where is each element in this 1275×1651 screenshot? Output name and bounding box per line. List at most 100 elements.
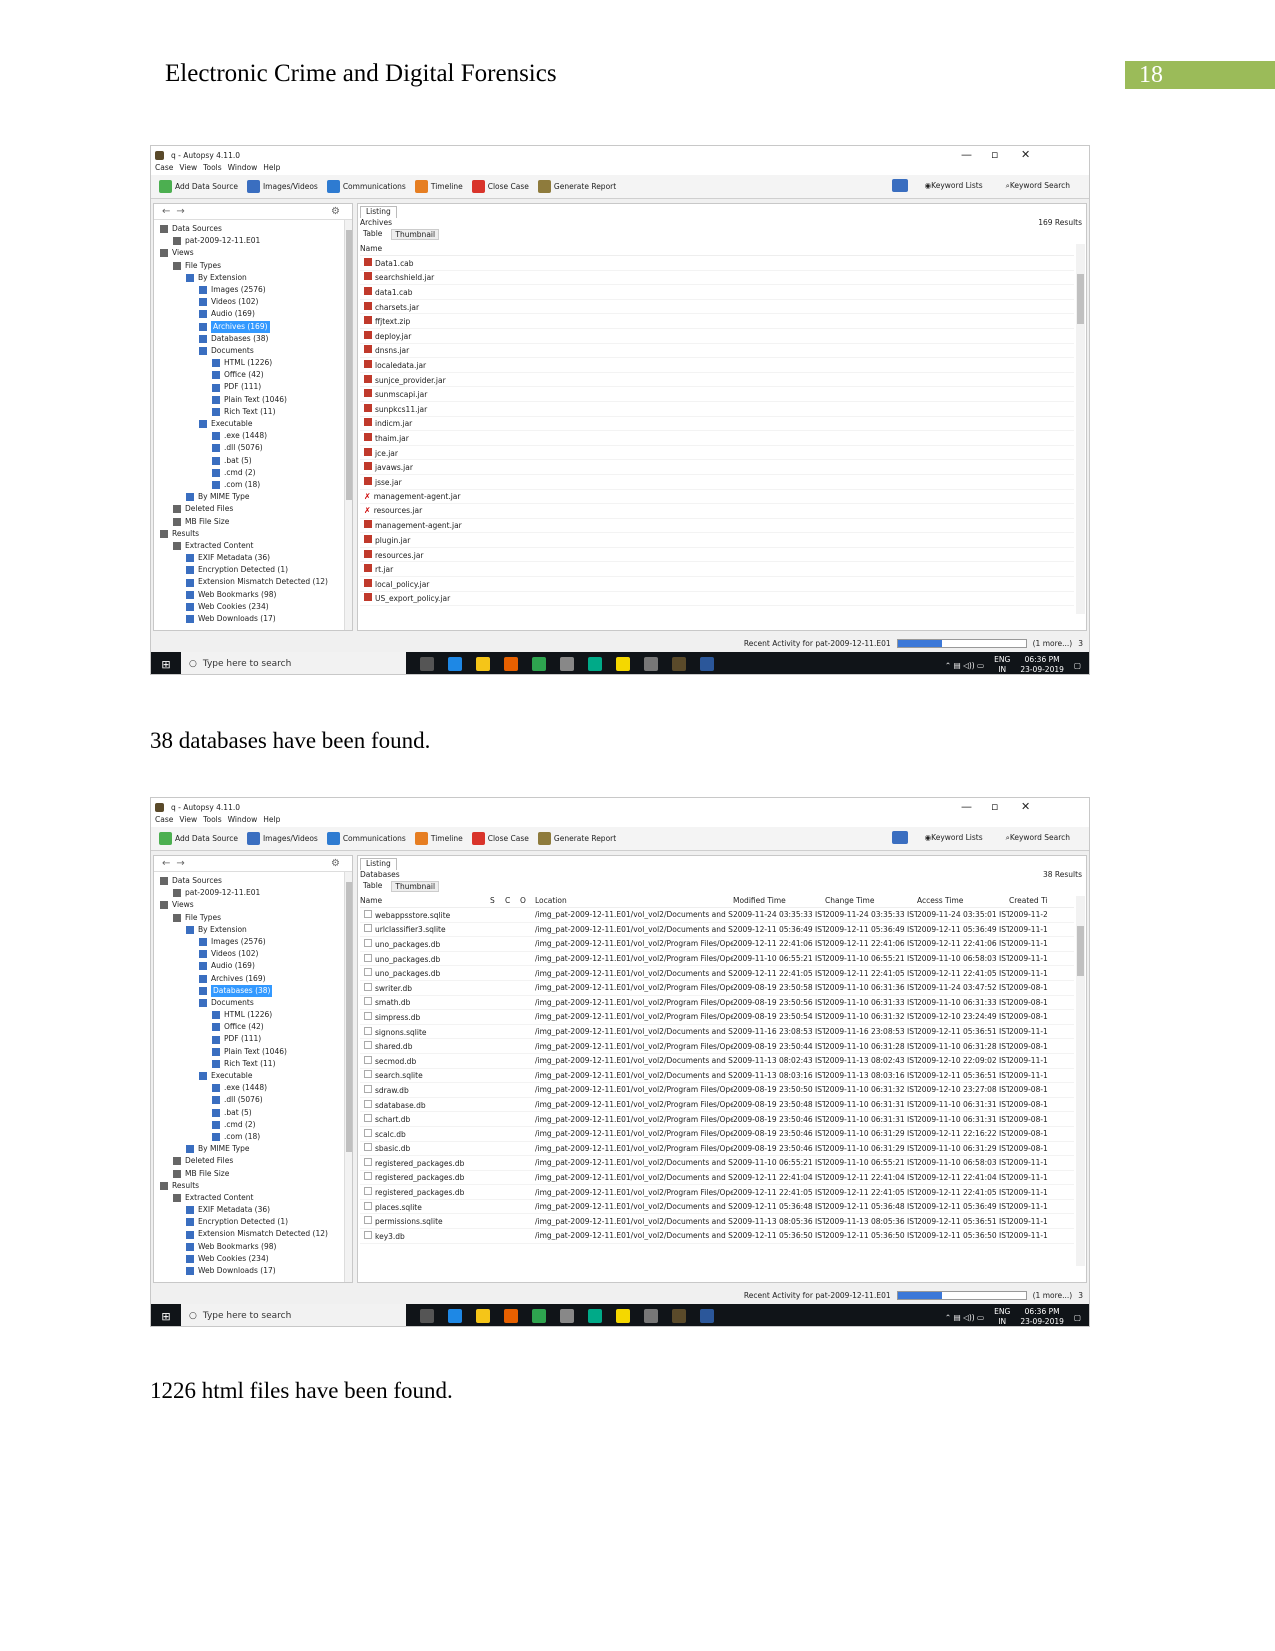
tree-node[interactable]: Images (2576) [154,284,352,296]
tree-node[interactable]: Executable [154,418,352,430]
tree-node[interactable]: Web Downloads (17) [154,1265,352,1277]
table-row[interactable]: sbasic.db/img_pat-2009-12-11.E01/vol_vol… [360,1142,1074,1157]
tree-node[interactable]: MB File Size [154,1168,352,1180]
table-row[interactable]: registered_packages.db/img_pat-2009-12-1… [360,1185,1074,1200]
table-row[interactable]: key3.db/img_pat-2009-12-11.E01/vol_vol2/… [360,1229,1074,1244]
language-indicator[interactable]: ENG IN [994,655,1010,674]
tree-node[interactable]: Results [154,528,352,540]
column-header[interactable]: Name [360,244,490,255]
close-button[interactable]: ✕ [1021,800,1030,813]
autopsy-icon[interactable] [672,1309,686,1323]
tree-node[interactable]: Web Bookmarks (98) [154,589,352,601]
column-header[interactable]: S [490,896,505,907]
more-tasks-link[interactable]: (1 more...) [1033,1291,1073,1300]
table-row[interactable]: ✗ management-agent.jar [360,490,1074,505]
app-icon[interactable] [560,657,574,671]
table-row[interactable]: jce.jar [360,446,1074,461]
table-row[interactable]: sunjce_provider.jar [360,373,1074,388]
toolbar-images-videosbutton[interactable]: Images/Videos [246,180,318,193]
tree-scrollbar[interactable] [344,220,352,630]
clock[interactable]: 06:36 PM 23-09-2019 [1020,1307,1064,1326]
toolbar-timelinebutton[interactable]: Timeline [414,180,463,193]
toolbar-keyword-listsbutton[interactable]: ◉ Keyword Lists [925,833,983,842]
toolbar-generate-reportbutton[interactable]: Generate Report [537,180,616,193]
table-row[interactable]: ✗ resources.jar [360,504,1074,519]
tree-node[interactable]: Data Sources [154,223,352,235]
toolbar-keyword-searchbutton[interactable]: ⌕ Keyword Search [1006,833,1070,843]
table-row[interactable]: local_policy.jar [360,577,1074,592]
toolbar-communicationsbutton[interactable]: Communications [326,180,406,193]
menu-case[interactable]: Case [155,815,173,827]
menu-tools[interactable]: Tools [203,163,221,175]
tree-node[interactable]: HTML (1226) [154,357,352,369]
firefox-icon[interactable] [504,657,518,671]
tree-node[interactable]: Extracted Content [154,1192,352,1204]
table-row[interactable]: deploy.jar [360,329,1074,344]
subtab-table[interactable]: Table [360,881,385,892]
table-row[interactable]: registered_packages.db/img_pat-2009-12-1… [360,1171,1074,1186]
tree-node[interactable]: .com (18) [154,479,352,491]
tree-node[interactable]: Databases (38) [154,984,352,997]
menu-tools[interactable]: Tools [203,815,221,827]
tree-node[interactable]: .dll (5076) [154,1094,352,1106]
language-indicator[interactable]: ENG IN [994,1307,1010,1326]
tree-node[interactable]: Views [154,899,352,911]
menu-case[interactable]: Case [155,163,173,175]
close-button[interactable]: ✕ [1021,148,1030,161]
word-icon[interactable] [700,657,714,671]
table-row[interactable]: search.sqlite/img_pat-2009-12-11.E01/vol… [360,1069,1074,1084]
table-row[interactable]: ffjtext.zip [360,314,1074,329]
tree-node[interactable]: .exe (1448) [154,1082,352,1094]
table-row[interactable]: smath.db/img_pat-2009-12-11.E01/vol_vol2… [360,996,1074,1011]
tree-node[interactable]: EXIF Metadata (36) [154,552,352,564]
tree-node[interactable]: Encryption Detected (1) [154,564,352,576]
tree-node[interactable]: PDF (111) [154,1033,352,1045]
table-scrollbar[interactable] [1076,896,1085,1266]
taskbar-search[interactable]: ○ Type here to search [181,652,406,674]
table-row[interactable]: sdatabase.db/img_pat-2009-12-11.E01/vol_… [360,1098,1074,1113]
column-header[interactable]: Location [535,896,733,907]
scroll-thumb[interactable] [1077,274,1084,324]
menu-view[interactable]: View [179,163,197,175]
tree-node[interactable]: File Types [154,260,352,272]
table-row[interactable]: places.sqlite/img_pat-2009-12-11.E01/vol… [360,1200,1074,1215]
table-row[interactable]: simpress.db/img_pat-2009-12-11.E01/vol_v… [360,1010,1074,1025]
gear-icon[interactable]: ⚙ [331,206,340,217]
tree-node[interactable]: Results [154,1180,352,1192]
app-icon[interactable] [588,1309,602,1323]
tree-node[interactable]: Web Cookies (234) [154,601,352,613]
chrome-icon[interactable] [532,1309,546,1323]
back-arrow-icon[interactable]: ← [162,858,170,869]
tree-node[interactable]: Office (42) [154,1021,352,1033]
tree-node[interactable]: By MIME Type [154,1143,352,1155]
explorer-icon[interactable] [476,1309,490,1323]
calculator-icon[interactable] [644,1309,658,1323]
calculator-icon[interactable] [644,657,658,671]
menu-help[interactable]: Help [263,163,280,175]
menu-window[interactable]: Window [228,815,258,827]
table-row[interactable]: rt.jar [360,562,1074,578]
menu-view[interactable]: View [179,815,197,827]
table-row[interactable]: jsse.jar [360,475,1074,490]
table-row[interactable]: webappsstore.sqlite/img_pat-2009-12-11.E… [360,908,1074,923]
table-row[interactable]: uno_packages.db/img_pat-2009-12-11.E01/v… [360,966,1074,981]
forward-arrow-icon[interactable]: → [176,206,184,217]
table-row[interactable]: plugin.jar [360,533,1074,548]
toolbar-add-data-sourcebutton[interactable]: Add Data Source [159,180,238,193]
gear-icon[interactable]: ⚙ [331,858,340,869]
tree-node[interactable]: Web Cookies (234) [154,1253,352,1265]
sticky-notes-icon[interactable] [616,1309,630,1323]
explorer-icon[interactable] [476,657,490,671]
tree-node[interactable]: Extracted Content [154,540,352,552]
tree-node[interactable]: Extension Mismatch Detected (12) [154,576,352,588]
tree-node[interactable]: Extension Mismatch Detected (12) [154,1228,352,1240]
tree-node[interactable]: Encryption Detected (1) [154,1216,352,1228]
menu-window[interactable]: Window [228,163,258,175]
table-row[interactable]: management-agent.jar [360,519,1074,534]
table-row[interactable]: localedata.jar [360,358,1074,373]
tree-node[interactable]: PDF (111) [154,381,352,393]
toolbar-images-videosbutton[interactable]: Images/Videos [246,832,318,845]
tree-node[interactable]: By MIME Type [154,491,352,503]
table-row[interactable]: thaim.jar [360,431,1074,446]
app-icon[interactable] [588,657,602,671]
